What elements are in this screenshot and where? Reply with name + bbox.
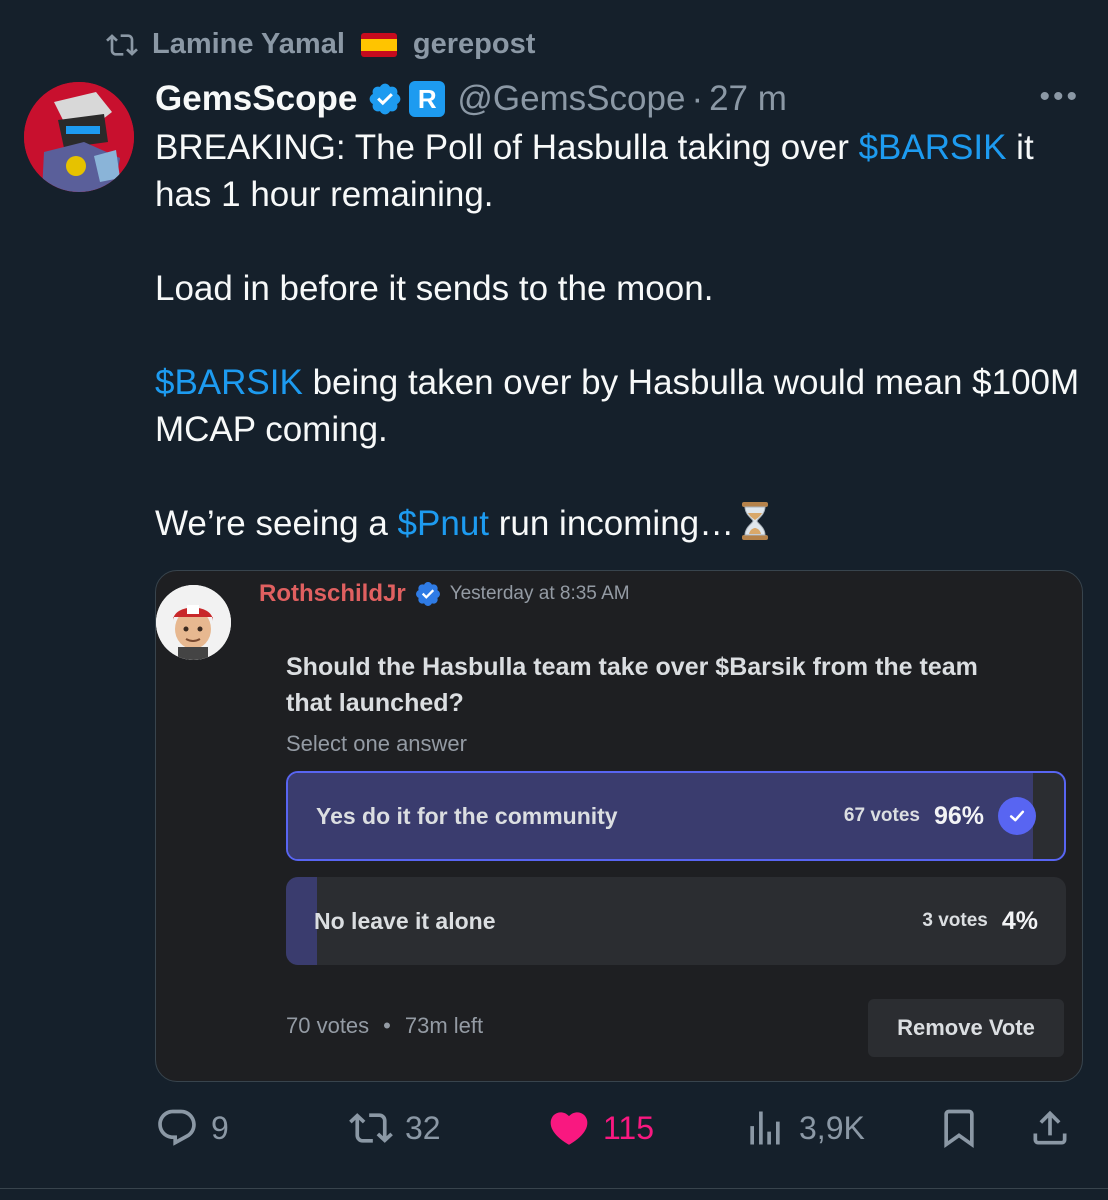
- poll-option-label: No leave it alone: [314, 907, 496, 934]
- poll-author-name: RothschildJr: [259, 580, 406, 607]
- views-button[interactable]: 3,9K: [743, 1104, 865, 1152]
- views-chart-icon: [750, 1111, 780, 1145]
- poll-option-votes: 67 votes: [843, 805, 920, 826]
- poll-author-avatar: [156, 585, 231, 660]
- tweet-media-image[interactable]: RothschildJr Yesterday at 8:35 AM Should…: [155, 570, 1083, 1082]
- reply-button[interactable]: 9: [155, 1104, 229, 1152]
- poll-timestamp: Yesterday at 8:35 AM: [449, 583, 630, 604]
- reply-count: 9: [211, 1109, 229, 1146]
- share-button[interactable]: [1028, 1104, 1072, 1152]
- spain-flag-icon: [360, 32, 397, 57]
- heart-filled-icon: [550, 1112, 588, 1145]
- avatar-image: [156, 585, 231, 660]
- tweet-divider: [0, 1188, 1108, 1189]
- poll-hint: Select one answer: [286, 731, 467, 756]
- tweet-action-bar: 9 32 115 3,9K: [155, 1104, 1080, 1152]
- view-count: 3,9K: [799, 1109, 865, 1146]
- poll-footer: 70 votes • 73m left: [286, 1013, 483, 1039]
- checkmark-icon: [998, 797, 1036, 835]
- bookmark-button[interactable]: [937, 1104, 981, 1152]
- tweet-text-segment: We’re seeing a: [155, 504, 398, 543]
- repost-action-label: gerepost: [412, 28, 536, 60]
- poll-option-percent: 96%: [933, 801, 984, 830]
- tweet[interactable]: Lamine Yamal gerepost GemsScope R @GemsS…: [0, 0, 1108, 1200]
- tweet-text: BREAKING: The Poll of Hasbulla taking ov…: [155, 124, 1085, 547]
- poll-total-votes: 70 votes: [286, 1013, 370, 1038]
- tweet-paragraph-1: BREAKING: The Poll of Hasbulla taking ov…: [155, 124, 1085, 218]
- like-button[interactable]: 115: [547, 1104, 654, 1152]
- cashtag-pnut-link[interactable]: $Pnut: [398, 504, 489, 543]
- poll-footer-dot: •: [383, 1013, 391, 1038]
- poll-option-percent: 4%: [1001, 906, 1038, 935]
- repost-user-name[interactable]: Lamine Yamal: [152, 28, 345, 61]
- poll-question: Should the Hasbulla team take over $Bars…: [286, 653, 978, 717]
- author-display-name[interactable]: GemsScope: [155, 79, 357, 119]
- header-separator: ·: [691, 79, 704, 118]
- tweet-paragraph-2: Load in before it sends to the moon.: [155, 269, 714, 308]
- more-options-icon[interactable]: •••: [1039, 80, 1080, 114]
- author-handle[interactable]: @GemsScope: [457, 79, 685, 119]
- verified-badge-icon: [415, 582, 440, 606]
- tweet-timestamp[interactable]: 27 m: [709, 79, 787, 119]
- poll-author-line: RothschildJr Yesterday at 8:35 AM: [259, 580, 630, 608]
- repost-icon: [106, 33, 138, 56]
- repost-button[interactable]: 32: [349, 1104, 441, 1152]
- remove-vote-button: Remove Vote: [868, 999, 1064, 1057]
- cashtag-barsik-link[interactable]: $BARSIK: [859, 128, 1007, 167]
- bookmark-icon: [944, 1109, 974, 1149]
- repost-count: 32: [405, 1109, 441, 1146]
- poll-time-left: 73m left: [404, 1013, 484, 1038]
- tweet-header: GemsScope R @GemsScope · 27 m •••: [155, 76, 1080, 122]
- hourglass-emoji-icon: [742, 502, 769, 540]
- tweet-paragraph-4: We’re seeing a $Pnut run incoming…: [155, 500, 1085, 547]
- tweet-paragraph-3: $BARSIK being taken over by Hasbulla wou…: [155, 359, 1085, 453]
- poll-option-no: No leave it alone 3 votes 4%: [286, 877, 1066, 965]
- cashtag-barsik-link[interactable]: $BARSIK: [155, 363, 303, 402]
- author-avatar[interactable]: [24, 82, 134, 192]
- tweet-text-segment: run incoming…: [489, 504, 735, 543]
- reply-icon: [158, 1109, 196, 1146]
- affiliate-badge-icon[interactable]: R: [409, 81, 446, 117]
- tweet-text-segment: BREAKING: The Poll of Hasbulla taking ov…: [155, 128, 859, 167]
- poll-option-fill-bar: [286, 877, 318, 965]
- like-count: 115: [603, 1109, 655, 1146]
- share-icon: [1033, 1110, 1067, 1145]
- poll-option-label: Yes do it for the community: [316, 802, 618, 829]
- avatar-image: [24, 82, 134, 192]
- repost-indicator[interactable]: Lamine Yamal gerepost: [104, 28, 535, 61]
- poll-option-yes: Yes do it for the community 67 votes 96%: [286, 771, 1066, 861]
- repost-icon: [349, 1113, 393, 1143]
- poll-option-votes: 3 votes: [922, 910, 988, 931]
- verified-badge-icon: [369, 83, 401, 115]
